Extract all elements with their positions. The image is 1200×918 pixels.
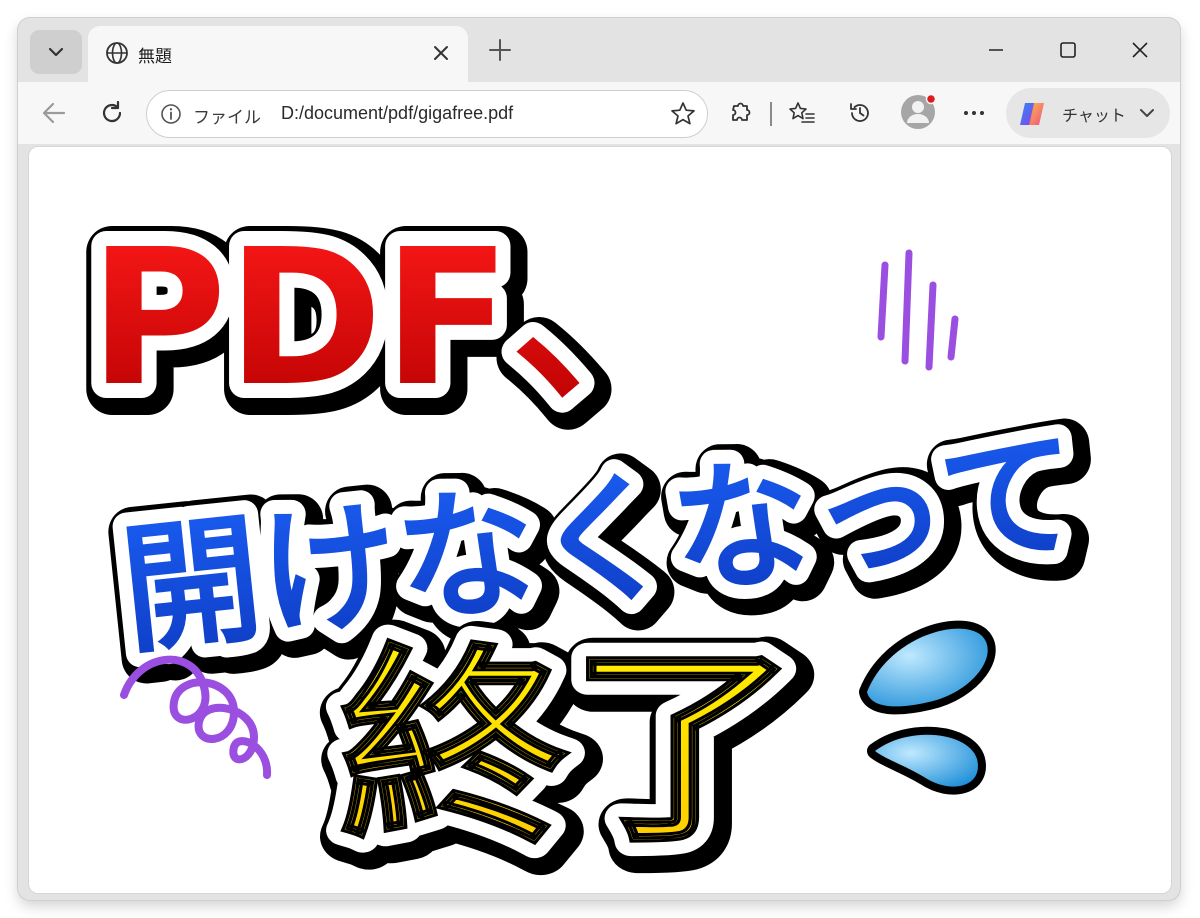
title-artwork: PDF、 PDF、 PDF、 開けなくなって 開けなくなって 開けなくなって 終… bbox=[69, 189, 1118, 893]
active-tab[interactable]: 無題 bbox=[88, 26, 468, 86]
back-button[interactable] bbox=[36, 95, 72, 131]
tab-close-button[interactable] bbox=[428, 40, 454, 66]
more-icon bbox=[964, 111, 984, 115]
copilot-chat-label: チャット bbox=[1062, 106, 1126, 125]
tab-list-icon bbox=[48, 47, 64, 57]
extensions-icon bbox=[732, 102, 751, 121]
back-icon bbox=[42, 102, 66, 124]
tab-title: 無題 bbox=[138, 47, 172, 67]
globe-icon bbox=[106, 42, 128, 64]
address-scheme-label: ファイル bbox=[193, 108, 261, 128]
copilot-icon bbox=[1020, 103, 1044, 125]
more-button[interactable] bbox=[956, 95, 992, 131]
toolbar-separator bbox=[770, 102, 772, 126]
window-close-icon bbox=[1132, 42, 1148, 58]
profile-icon bbox=[901, 93, 937, 129]
refresh-icon bbox=[102, 100, 122, 123]
pdf-viewer-content: PDF、 PDF、 PDF、 開けなくなって 開けなくなって 開けなくなって 終… bbox=[28, 146, 1172, 894]
headline-line3: 終了 終了 終了 bbox=[319, 606, 831, 893]
info-icon[interactable] bbox=[159, 102, 183, 126]
maximize-icon bbox=[1060, 42, 1076, 58]
toolbar: ファイル D:/document/pdf/gigafree.pdf チャット bbox=[18, 82, 1180, 144]
window-close-button[interactable] bbox=[1118, 32, 1162, 68]
minimize-icon bbox=[989, 49, 1003, 51]
svg-text:PDF、: PDF、 bbox=[89, 209, 699, 428]
favorites-button[interactable] bbox=[784, 95, 820, 131]
tab-strip: 無題 bbox=[18, 18, 1180, 86]
close-icon bbox=[434, 46, 448, 60]
refresh-button[interactable] bbox=[94, 95, 130, 131]
tab-list-button[interactable] bbox=[30, 30, 82, 74]
address-bar[interactable]: ファイル D:/document/pdf/gigafree.pdf bbox=[146, 90, 708, 138]
maximize-button[interactable] bbox=[1046, 32, 1090, 68]
svg-text:終了: 終了 bbox=[339, 626, 799, 871]
shock-lines-doodle bbox=[877, 249, 959, 371]
profile-button[interactable] bbox=[898, 92, 938, 132]
history-button[interactable] bbox=[842, 95, 878, 131]
star-icon[interactable] bbox=[669, 100, 697, 128]
extensions-button[interactable] bbox=[722, 95, 758, 131]
favorites-icon bbox=[789, 102, 815, 123]
address-url[interactable]: D:/document/pdf/gigafree.pdf bbox=[281, 103, 513, 124]
new-tab-button[interactable] bbox=[484, 34, 516, 66]
headline-line1: PDF、 PDF、 PDF、 bbox=[69, 189, 731, 460]
chevron-down-icon[interactable] bbox=[1136, 102, 1158, 124]
sweat-drops-icon bbox=[859, 620, 996, 795]
history-icon bbox=[850, 103, 869, 122]
plus-icon bbox=[489, 39, 511, 61]
minimize-button[interactable] bbox=[974, 32, 1018, 68]
browser-window: 無題 ファイル D:/document/pdf/gigafree.pdf チャッ… bbox=[18, 18, 1180, 900]
copilot-chat-button[interactable]: チャット bbox=[1006, 88, 1170, 138]
